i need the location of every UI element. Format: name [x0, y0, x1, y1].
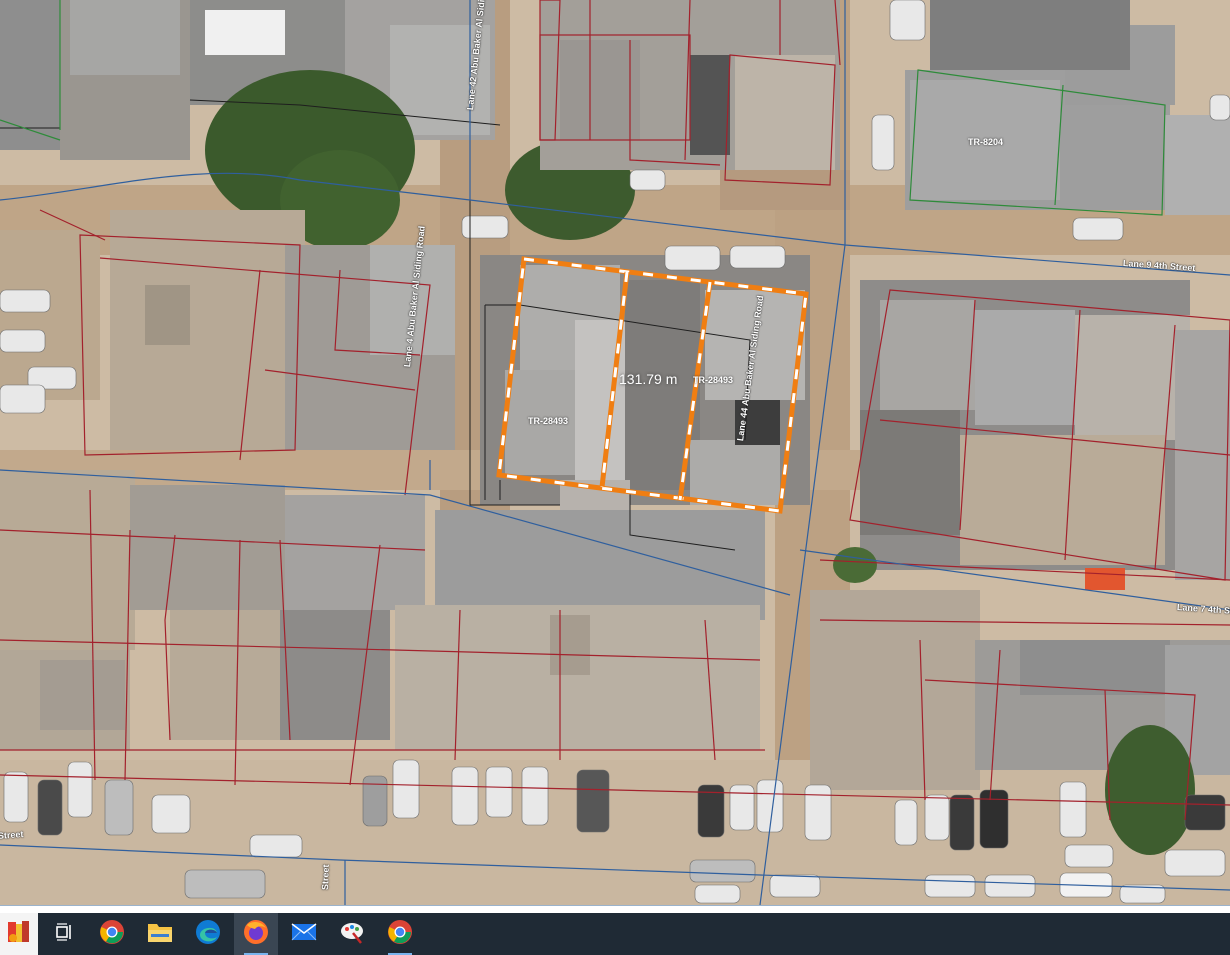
paint-icon [339, 919, 365, 950]
taskbar-app-icon[interactable] [0, 913, 38, 955]
chrome-icon [99, 919, 125, 950]
map-view[interactable]: 131.79 m TR-8204 TR-28493 TR-28493 Lane … [0, 0, 1230, 905]
taskbar-firefox[interactable] [234, 913, 278, 955]
taskbar-chrome[interactable] [90, 913, 134, 955]
taskbar-paint[interactable] [330, 913, 374, 955]
taskbar-file-explorer[interactable] [138, 913, 182, 955]
taskbar-mail[interactable] [282, 913, 326, 955]
edge-icon [195, 919, 221, 950]
taskbar [0, 913, 1230, 955]
parcel-label-tr-28493-right[interactable]: TR-28493 [693, 375, 733, 385]
taskbar-task-view[interactable] [42, 913, 86, 955]
mail-icon [291, 922, 317, 947]
parcel-label-tr-8204[interactable]: TR-8204 [968, 137, 1003, 147]
measurement-label: 131.79 m [619, 371, 678, 387]
taskbar-chrome-2[interactable] [378, 913, 422, 955]
colorful-app-icon [5, 918, 33, 951]
task-view-icon [54, 922, 74, 947]
firefox-icon [243, 919, 269, 950]
taskbar-edge[interactable] [186, 913, 230, 955]
chrome-icon [387, 919, 413, 950]
parcel-label-tr-28493-left[interactable]: TR-28493 [528, 416, 568, 426]
folder-icon [147, 921, 173, 948]
street-label-bottom: Street [320, 864, 331, 891]
aerial-imagery [0, 0, 1230, 905]
